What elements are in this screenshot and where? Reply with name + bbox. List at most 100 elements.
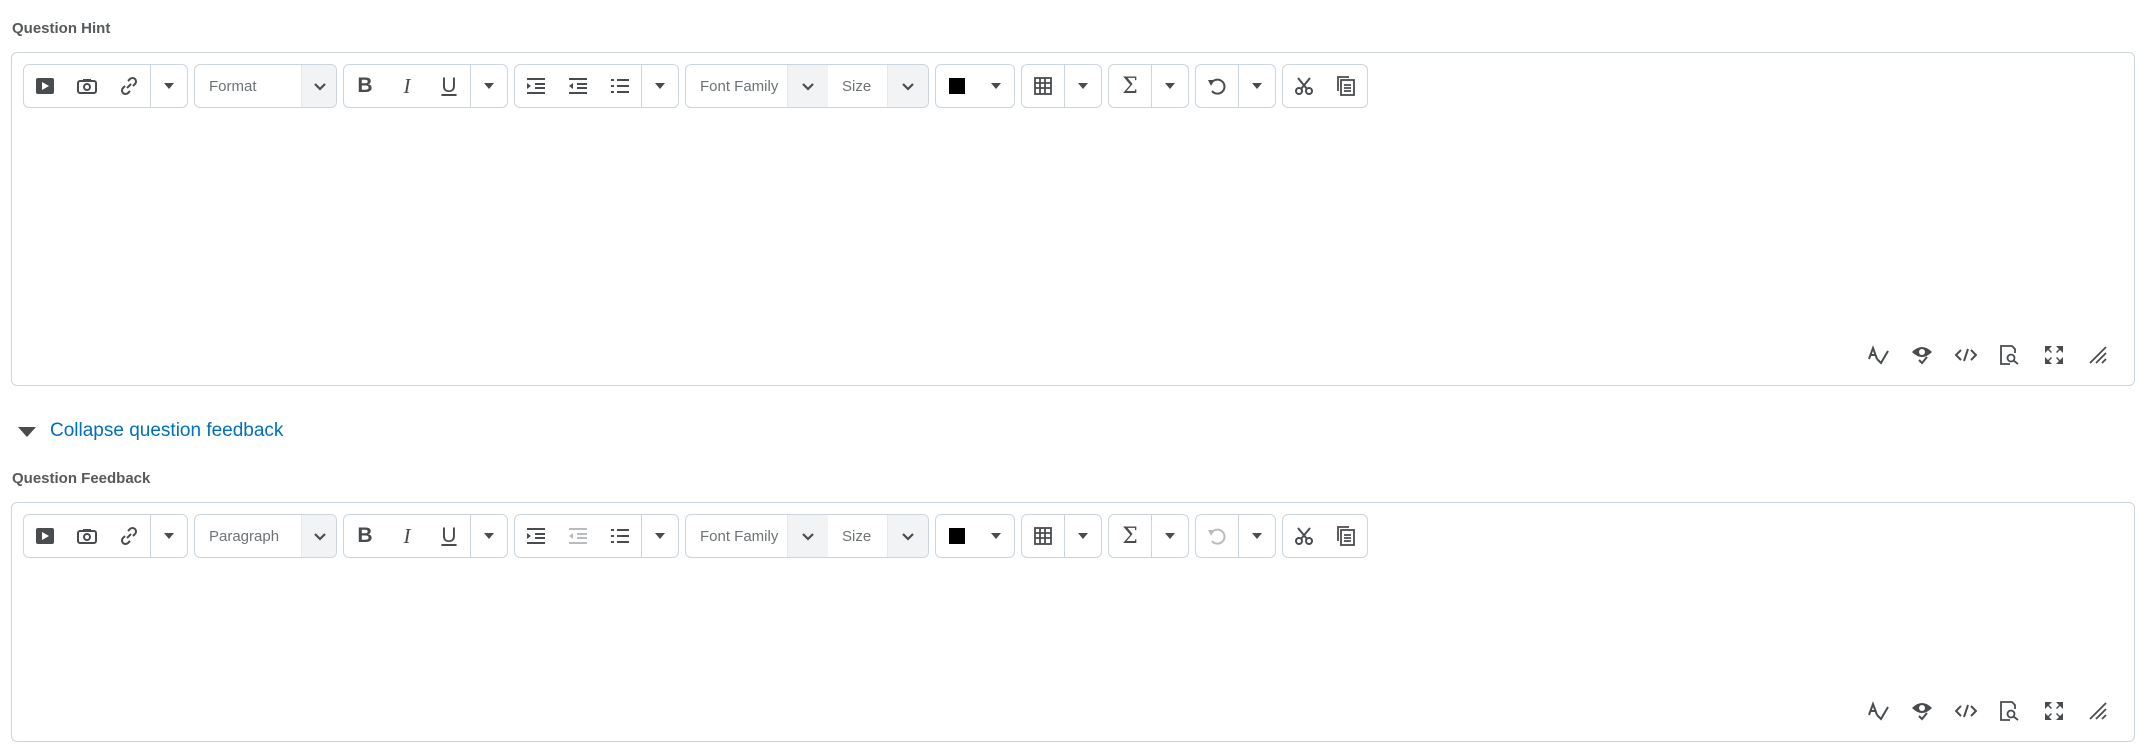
- undo-dropdown[interactable]: [1238, 515, 1275, 557]
- feedback-status-bar: [1856, 697, 2120, 725]
- equation-group: Σ: [1108, 514, 1189, 558]
- text-style-dropdown[interactable]: [470, 65, 507, 107]
- font-size-select[interactable]: Size: [828, 515, 928, 557]
- caret-down-icon: [164, 533, 174, 539]
- accessibility-check-icon: [1912, 703, 1932, 721]
- table-dropdown[interactable]: [1064, 515, 1101, 557]
- preview-button[interactable]: [1988, 697, 2032, 725]
- underline-icon: U: [441, 524, 457, 547]
- preview-button[interactable]: [1988, 341, 2032, 369]
- source-code-icon: [1955, 704, 1977, 718]
- underline-button[interactable]: U: [428, 65, 470, 107]
- caret-down-icon: [991, 83, 1001, 89]
- indent-button[interactable]: [515, 515, 557, 557]
- bullet-list-button[interactable]: [599, 515, 641, 557]
- italic-icon: I: [403, 73, 411, 98]
- insert-link-button[interactable]: [108, 515, 150, 557]
- spellcheck-button[interactable]: [1856, 341, 1900, 369]
- equation-group: Σ: [1108, 64, 1189, 108]
- outdent-button[interactable]: [557, 65, 599, 107]
- table-dropdown[interactable]: [1064, 65, 1101, 107]
- indent-button[interactable]: [515, 65, 557, 107]
- collapse-feedback-link[interactable]: Collapse question feedback: [18, 420, 283, 442]
- question-hint-editor[interactable]: Format B I U Font Family Size Σ: [11, 52, 2135, 386]
- paste-icon: [1337, 76, 1355, 96]
- fullscreen-icon: [2045, 346, 2063, 364]
- equation-dropdown[interactable]: [1151, 65, 1188, 107]
- question-feedback-editor[interactable]: Paragraph B I U Font Family Size Σ: [11, 502, 2135, 742]
- text-color-button[interactable]: [936, 65, 978, 107]
- insert-group: [23, 64, 188, 108]
- fullscreen-button[interactable]: [2032, 341, 2076, 369]
- font-family-value: Font Family: [700, 77, 779, 95]
- outdent-button[interactable]: [557, 515, 599, 557]
- undo-button[interactable]: [1196, 65, 1238, 107]
- insert-table-button[interactable]: [1022, 65, 1064, 107]
- italic-button[interactable]: I: [386, 65, 428, 107]
- bullet-list-button[interactable]: [599, 65, 641, 107]
- equation-dropdown[interactable]: [1151, 515, 1188, 557]
- resize-handle[interactable]: [2076, 341, 2120, 369]
- insert-image-button[interactable]: [66, 65, 108, 107]
- triangle-down-icon: [18, 427, 36, 437]
- text-color-dropdown[interactable]: [978, 515, 1014, 557]
- scissors-icon: [1295, 527, 1313, 545]
- equation-button[interactable]: Σ: [1109, 515, 1151, 557]
- paste-button[interactable]: [1325, 65, 1367, 107]
- italic-button[interactable]: I: [386, 515, 428, 557]
- font-family-select[interactable]: Font Family: [686, 65, 828, 107]
- sigma-icon: Σ: [1122, 523, 1138, 549]
- font-size-value: Size: [842, 77, 872, 95]
- equation-button[interactable]: Σ: [1109, 65, 1151, 107]
- source-code-button[interactable]: [1944, 697, 1988, 725]
- table-icon: [1034, 77, 1052, 95]
- paste-button[interactable]: [1325, 515, 1367, 557]
- underline-button[interactable]: U: [428, 515, 470, 557]
- source-code-button[interactable]: [1944, 341, 1988, 369]
- feedback-toolbar: Paragraph B I U Font Family Size Σ: [23, 514, 1374, 558]
- table-icon: [1034, 527, 1052, 545]
- insert-more-dropdown[interactable]: [150, 515, 187, 557]
- text-color-dropdown[interactable]: [978, 65, 1014, 107]
- bold-button[interactable]: B: [344, 515, 386, 557]
- cut-button[interactable]: [1283, 65, 1325, 107]
- paragraph-dropdown[interactable]: [641, 65, 678, 107]
- accessibility-check-button[interactable]: [1900, 341, 1944, 369]
- paragraph-dropdown[interactable]: [641, 515, 678, 557]
- video-icon: [36, 528, 54, 544]
- resize-handle[interactable]: [2076, 697, 2120, 725]
- accessibility-check-button[interactable]: [1900, 697, 1944, 725]
- format-select[interactable]: Paragraph: [194, 514, 337, 558]
- collapse-feedback-label: Collapse question feedback: [50, 420, 284, 441]
- sigma-icon: Σ: [1122, 73, 1138, 99]
- caret-down-icon: [655, 83, 665, 89]
- undo-icon: [1208, 528, 1226, 545]
- text-color-button[interactable]: [936, 515, 978, 557]
- bold-button[interactable]: B: [344, 65, 386, 107]
- spellcheck-button[interactable]: [1856, 697, 1900, 725]
- font-family-select[interactable]: Font Family: [686, 515, 828, 557]
- insert-video-button[interactable]: [24, 515, 66, 557]
- insert-more-dropdown[interactable]: [150, 65, 187, 107]
- cut-button[interactable]: [1283, 515, 1325, 557]
- chevron-down-icon: [887, 515, 928, 557]
- undo-dropdown[interactable]: [1238, 65, 1275, 107]
- insert-image-button[interactable]: [66, 515, 108, 557]
- fullscreen-button[interactable]: [2032, 697, 2076, 725]
- hint-toolbar: Format B I U Font Family Size Σ: [23, 64, 1374, 108]
- insert-link-button[interactable]: [108, 65, 150, 107]
- format-select[interactable]: Format: [194, 64, 337, 108]
- font-size-select[interactable]: Size: [828, 65, 928, 107]
- accessibility-check-icon: [1912, 347, 1932, 365]
- table-group: [1021, 64, 1102, 108]
- undo-button[interactable]: [1196, 515, 1238, 557]
- font-group: Font Family Size: [685, 514, 929, 558]
- text-style-group: B I U: [343, 64, 508, 108]
- text-style-dropdown[interactable]: [470, 515, 507, 557]
- caret-down-icon: [484, 533, 494, 539]
- insert-table-button[interactable]: [1022, 515, 1064, 557]
- scissors-icon: [1295, 77, 1313, 95]
- question-feedback-label: Question Feedback: [12, 470, 151, 487]
- insert-video-button[interactable]: [24, 65, 66, 107]
- fullscreen-icon: [2045, 702, 2063, 720]
